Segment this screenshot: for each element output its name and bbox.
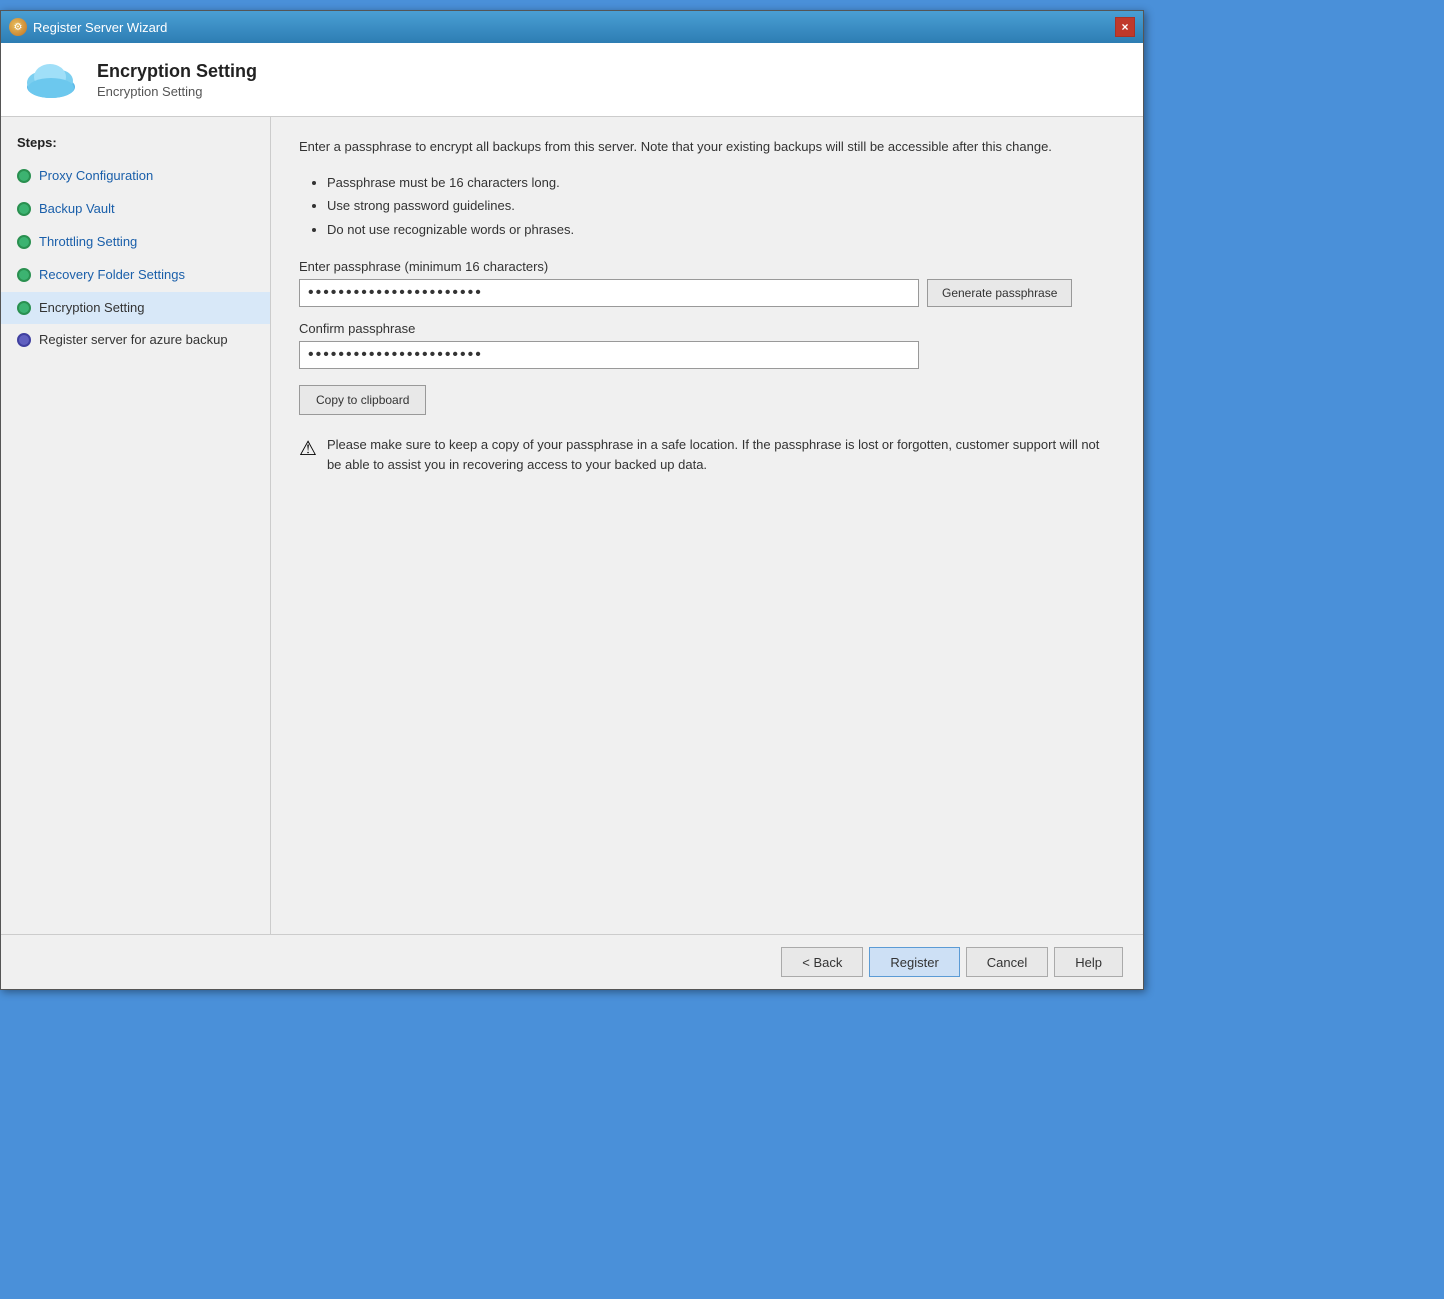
cancel-button[interactable]: Cancel [966,947,1048,977]
page-subtitle: Encryption Setting [97,84,257,99]
step-dot-recovery [17,268,31,282]
back-button[interactable]: < Back [781,947,863,977]
sidebar-item-throttling[interactable]: Throttling Setting [1,226,270,259]
page-title: Encryption Setting [97,61,257,82]
sidebar-item-label-throttling: Throttling Setting [39,234,137,251]
steps-label: Steps: [1,129,270,160]
sidebar-item-label-vault: Backup Vault [39,201,115,218]
sidebar-item-encryption[interactable]: Encryption Setting [1,292,270,325]
register-button[interactable]: Register [869,947,959,977]
titlebar-left: ⚙ Register Server Wizard [9,18,167,36]
main-area: Steps: Proxy Configuration Backup Vault … [1,117,1143,934]
wizard-header: Encryption Setting Encryption Setting [1,43,1143,117]
confirm-passphrase-input[interactable] [299,341,919,369]
content-area: Enter a passphrase to encrypt all backup… [271,117,1143,934]
sidebar-item-label-recovery: Recovery Folder Settings [39,267,185,284]
header-text: Encryption Setting Encryption Setting [97,61,257,99]
passphrase-input[interactable] [299,279,919,307]
step-dot-throttling [17,235,31,249]
help-button[interactable]: Help [1054,947,1123,977]
step-dot-proxy [17,169,31,183]
app-icon: ⚙ [9,18,27,36]
bullet-list: Passphrase must be 16 characters long. U… [299,173,1115,240]
cloud-icon [21,57,81,102]
generate-passphrase-button[interactable]: Generate passphrase [927,279,1072,307]
step-dot-register [17,333,31,347]
sidebar-item-recovery[interactable]: Recovery Folder Settings [1,259,270,292]
warning-text: Please make sure to keep a copy of your … [327,435,1115,474]
passphrase-label: Enter passphrase (minimum 16 characters) [299,259,1115,274]
sidebar-item-backup-vault[interactable]: Backup Vault [1,193,270,226]
sidebar: Steps: Proxy Configuration Backup Vault … [1,117,271,934]
copy-to-clipboard-button[interactable]: Copy to clipboard [299,385,426,415]
footer: < Back Register Cancel Help [1,934,1143,989]
warning-box: ⚠ Please make sure to keep a copy of you… [299,435,1115,474]
bullet-item-3: Do not use recognizable words or phrases… [327,220,1115,240]
window-title: Register Server Wizard [33,20,167,35]
close-button[interactable]: × [1115,17,1135,37]
main-window: ⚙ Register Server Wizard × Encryption Se… [0,10,1144,990]
sidebar-item-register[interactable]: Register server for azure backup [1,324,270,357]
step-dot-encryption [17,301,31,315]
sidebar-item-label-register: Register server for azure backup [39,332,228,349]
bullet-item-2: Use strong password guidelines. [327,196,1115,216]
sidebar-item-label-proxy: Proxy Configuration [39,168,153,185]
sidebar-item-proxy-config[interactable]: Proxy Configuration [1,160,270,193]
step-dot-vault [17,202,31,216]
sidebar-item-label-encryption: Encryption Setting [39,300,145,317]
warning-icon: ⚠ [299,436,317,461]
description-text: Enter a passphrase to encrypt all backup… [299,137,1115,157]
bullet-item-1: Passphrase must be 16 characters long. [327,173,1115,193]
confirm-label: Confirm passphrase [299,321,1115,336]
titlebar: ⚙ Register Server Wizard × [1,11,1143,43]
passphrase-row: Generate passphrase [299,279,1115,307]
